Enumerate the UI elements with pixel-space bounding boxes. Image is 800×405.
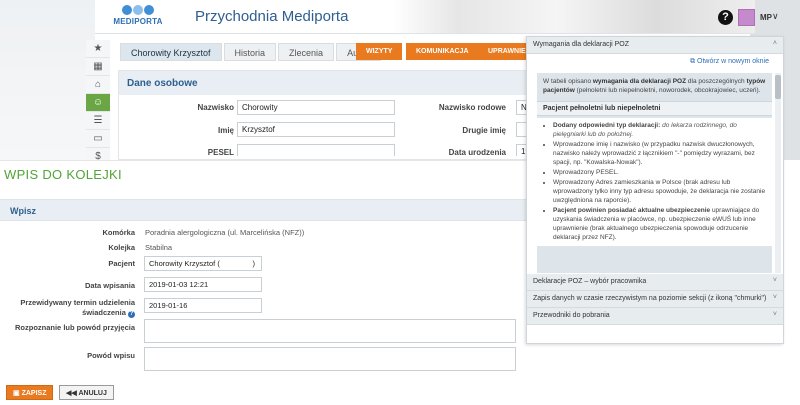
- powod-label: Powód wpisu: [87, 351, 135, 360]
- inbox-icon[interactable]: ▭: [86, 130, 110, 148]
- komorka-value: Poradnia alergologiczna (ul. Marcelińska…: [145, 228, 305, 237]
- wpisz-section-header: Wpisz: [0, 199, 526, 221]
- chevron-down-icon: ˅: [772, 277, 777, 284]
- komorka-label: Komórka: [102, 228, 135, 237]
- pacjent-value-close: ): [252, 259, 256, 268]
- data-wpisania-field[interactable]: 2019-01-03 12:21: [144, 277, 262, 292]
- termin-label-text: Przewidywany termin udzielenia świadczen…: [20, 298, 135, 317]
- pesel-field[interactable]: [237, 144, 395, 156]
- chevron-down-icon: ˅: [772, 311, 777, 318]
- accordion-item-label: Zapis danych w czasie rzeczywistym na po…: [533, 295, 767, 302]
- list-item: Dodany odpowiedni typ deklaracji: do lek…: [553, 121, 766, 139]
- tab-patient[interactable]: Chorowity Krzysztof: [120, 43, 222, 61]
- queue-entry-modal: WPIS DO KOLEJKI Wpisz Komórka Poradnia a…: [0, 160, 526, 405]
- chevron-down-icon[interactable]: ∨: [772, 11, 779, 22]
- info-icon[interactable]: ?: [128, 311, 135, 318]
- building-icon[interactable]: ⌂: [86, 76, 110, 94]
- requirements-list: Dodany odpowiedni typ deklaracji: do lek…: [537, 118, 772, 246]
- modal-title: WPIS DO KOLEJKI: [4, 167, 122, 182]
- rozpoznanie-textarea[interactable]: [144, 319, 516, 343]
- rozpoznanie-label: Rozpoznanie lub powód przyjęcia: [14, 323, 135, 332]
- open-link-label: Otwórz w nowym oknie: [697, 58, 769, 65]
- termin-field[interactable]: 2019-01-16: [144, 298, 262, 313]
- cancel-label: ANULUJ: [78, 390, 107, 397]
- mediporta-logo[interactable]: MEDIPORTA: [113, 5, 163, 31]
- background-left: [0, 0, 95, 160]
- save-button[interactable]: ▣ ZAPISZ: [6, 385, 54, 400]
- imie-field[interactable]: Krzysztof: [237, 122, 395, 137]
- accordion-item-label: Przewodniki do pobrania: [533, 312, 610, 319]
- personal-data-panel: Dane osobowe Nazwisko Chorowity Imię Krz…: [118, 70, 530, 160]
- sidebar: ★ ▦ ⌂ ☺ ☰ ▭ $: [86, 40, 110, 166]
- help-panel: Wymagania dla deklaracji POZ ˄ ⧉ Otwórz …: [526, 36, 784, 344]
- powod-textarea[interactable]: [144, 347, 516, 371]
- pacjent-label: Pacjent: [108, 259, 135, 268]
- people-icon[interactable]: ☺: [86, 94, 110, 112]
- back-arrows-icon: ◀◀: [66, 390, 77, 397]
- accordion-item-przewodniki[interactable]: Przewodniki do pobrania ˅: [527, 308, 783, 325]
- section-title: Dane osobowe: [119, 71, 529, 95]
- chevron-down-icon: ˅: [772, 294, 777, 301]
- accordion-item-label: Deklaracje POZ – wybór pracownika: [533, 278, 647, 285]
- nazwisko-label: Nazwisko: [197, 103, 234, 112]
- open-new-window-link[interactable]: ⧉ Otwórz w nowym oknie: [690, 58, 769, 66]
- pacjent-value: Chorowity Krzysztof (: [149, 259, 220, 268]
- accordion-item-zapis-danych[interactable]: Zapis danych w czasie rzeczywistym na po…: [527, 291, 783, 308]
- kolejka-value: Stabilna: [145, 243, 173, 252]
- scrollbar-thumb[interactable]: [775, 75, 781, 99]
- pacjent-field[interactable]: Chorowity Krzysztof ( ): [144, 256, 262, 271]
- imie-label: Imię: [217, 126, 234, 135]
- chevron-up-icon: ˄: [772, 40, 777, 47]
- komunikacja-button[interactable]: KOMUNIKACJA: [406, 43, 479, 60]
- cancel-button[interactable]: ◀◀ ANULUJ: [59, 385, 114, 400]
- clinic-title: Przychodnia Mediporta: [195, 8, 349, 25]
- nazwisko-rodowe-label: Nazwisko rodowe: [438, 103, 506, 112]
- nazwisko-field[interactable]: Chorowity: [237, 100, 395, 115]
- user-initials[interactable]: MP: [760, 13, 772, 22]
- external-link-icon: ⧉: [690, 58, 696, 65]
- accordion-item-wybor-pracownika[interactable]: Deklaracje POZ – wybór pracownika ˅: [527, 274, 783, 291]
- termin-label: Przewidywany termin udzielenia świadczen…: [0, 298, 135, 318]
- accordion-header-active[interactable]: Wymagania dla deklaracji POZ ˄: [527, 37, 783, 54]
- data-urodzenia-label: Data urodzenia: [448, 148, 506, 157]
- wizyty-button[interactable]: WIZYTY: [356, 43, 403, 60]
- avatar[interactable]: [738, 9, 755, 26]
- drugie-imie-label: Drugie imię: [462, 126, 506, 135]
- list-item: Wprowadzony Adres zamieszkania w Polsce …: [553, 178, 766, 205]
- tab-zlecenia[interactable]: Zlecenia: [278, 43, 335, 61]
- accordion-title: Wymagania dla deklaracji POZ: [533, 41, 630, 48]
- logo-icon: [113, 5, 163, 15]
- save-icon: ▣: [13, 390, 20, 397]
- app-header: MEDIPORTA Przychodnia Mediporta ? MP ∨: [95, 0, 779, 34]
- pesel-label: PESEL: [207, 148, 234, 157]
- star-icon[interactable]: ★: [86, 40, 110, 58]
- help-icon[interactable]: ?: [718, 10, 733, 25]
- list-item: Pacjent powinien posiadać aktualne ubezp…: [553, 206, 766, 242]
- help-content: ⧉ Otwórz w nowym oknie W tabeli opisano …: [527, 54, 783, 274]
- logo-text: MEDIPORTA: [113, 17, 163, 26]
- document-icon[interactable]: ☰: [86, 112, 110, 130]
- list-item: Wprowadzone imię i nazwisko (w przypadku…: [553, 140, 766, 167]
- help-intro: W tabeli opisano wymagania dla deklaracj…: [543, 78, 766, 94]
- help-subheading: Pacjent pełnoletni lub niepełnoletni: [537, 101, 772, 116]
- list-item: Wprowadzony PESEL.: [553, 168, 766, 177]
- calendar-icon[interactable]: ▦: [86, 58, 110, 76]
- save-label: ZAPISZ: [21, 390, 47, 397]
- patient-tabs: Chorowity Krzysztof Historia Zlecenia Au…: [120, 43, 382, 61]
- tab-historia[interactable]: Historia: [223, 43, 277, 61]
- help-box: W tabeli opisano wymagania dla deklaracj…: [537, 73, 772, 273]
- data-wpisania-label: Data wpisania: [84, 281, 135, 290]
- scrollbar[interactable]: [775, 73, 781, 273]
- kolejka-label: Kolejka: [108, 243, 135, 252]
